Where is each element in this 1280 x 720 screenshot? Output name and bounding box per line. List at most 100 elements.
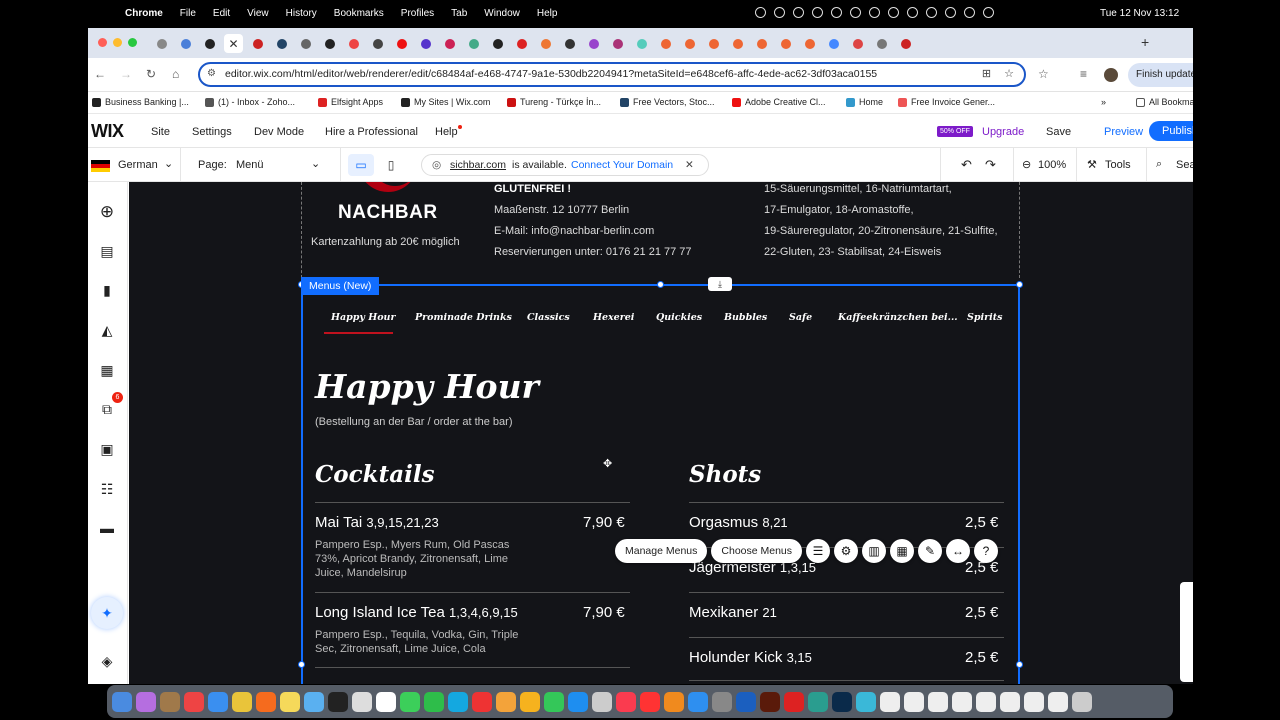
extensions-icon[interactable]: ☆ — [1038, 67, 1049, 81]
calendar-icon[interactable] — [376, 691, 396, 712]
bookmark-item[interactable]: Tureng - Türkçe İn... — [507, 97, 601, 107]
app-icon[interactable] — [472, 691, 492, 712]
facetime-icon[interactable] — [424, 691, 444, 712]
ai-assistant-icon[interactable]: ✦ — [91, 597, 123, 629]
tab[interactable] — [488, 34, 507, 53]
tab[interactable] — [728, 34, 747, 53]
keynote-icon[interactable] — [568, 691, 588, 712]
window-thumbnail[interactable] — [1048, 691, 1068, 712]
menu-history[interactable]: History — [286, 8, 317, 19]
menubar-clock[interactable]: Tue 12 Nov 13:12 — [1100, 8, 1179, 19]
translate-icon[interactable]: ⊞ — [982, 67, 991, 80]
brand-logo[interactable]: NACHBAR — [338, 202, 438, 224]
search-button[interactable]: Search — [1176, 159, 1193, 171]
preview-icon[interactable] — [304, 691, 324, 712]
menu-edit[interactable]: Edit — [213, 8, 230, 19]
window-thumbnail[interactable] — [1024, 691, 1044, 712]
contact-block[interactable]: GLUTENFREI ! Maaßenstr. 12 10777 Berlin … — [494, 182, 692, 263]
resize-handle[interactable] — [657, 281, 664, 288]
search-icon[interactable] — [945, 7, 956, 18]
tab[interactable] — [536, 34, 555, 53]
apps-icon[interactable]: ▦ — [97, 360, 117, 380]
bluetooth-icon[interactable] — [850, 7, 861, 18]
avatar[interactable] — [1104, 68, 1118, 82]
reload-icon[interactable]: ↻ — [146, 67, 156, 81]
right-panel-edge[interactable] — [1180, 582, 1193, 682]
cloud-icon[interactable] — [793, 7, 804, 18]
business-icon[interactable]: ▬ — [97, 518, 117, 538]
menu-profiles[interactable]: Profiles — [401, 8, 434, 19]
new-tab-icon[interactable]: + — [1141, 34, 1149, 50]
tab[interactable] — [464, 34, 483, 53]
pages-icon[interactable]: ▮ — [97, 280, 117, 300]
finder-icon[interactable] — [112, 691, 132, 712]
word-icon[interactable] — [736, 691, 756, 712]
tab[interactable] — [560, 34, 579, 53]
app-icon[interactable] — [808, 691, 828, 712]
tab[interactable] — [584, 34, 603, 53]
bookmark-item[interactable]: Free Vectors, Stoc... — [620, 97, 715, 107]
wifi-icon[interactable] — [926, 7, 937, 18]
trash-icon[interactable] — [1072, 691, 1092, 712]
nav-help[interactable]: Help — [435, 126, 458, 138]
undo-icon[interactable]: ↶ — [961, 157, 972, 173]
media-icon[interactable]: ≡ — [1080, 67, 1087, 81]
mobile-view-icon[interactable]: ▯ — [378, 154, 404, 176]
news-icon[interactable] — [640, 691, 660, 712]
bookmark-item[interactable]: Free Invoice Gener... — [898, 97, 995, 107]
additives-block[interactable]: 15-Säuerungsmittel, 16-Natriumtartart, 1… — [764, 182, 998, 263]
all-bookmarks[interactable]: All Bookmarks — [1136, 97, 1193, 107]
firefox-icon[interactable] — [256, 691, 276, 712]
bookmark-item[interactable]: (1) - Inbox - Zoho... — [205, 97, 295, 107]
app-icon[interactable] — [160, 691, 180, 712]
stretch-arrows-icon[interactable]: ↔ — [946, 539, 971, 563]
tab[interactable] — [824, 34, 843, 53]
nav-site[interactable]: Site — [151, 126, 170, 138]
control-center-icon[interactable] — [964, 7, 975, 18]
photoshop-icon[interactable] — [832, 691, 852, 712]
settings-gear-icon[interactable]: ⚙ — [834, 539, 859, 563]
app-name-menu[interactable]: Chrome — [125, 8, 163, 19]
app-icon[interactable] — [352, 691, 372, 712]
siri-icon[interactable] — [136, 691, 156, 712]
zoom-icon[interactable]: ⊖ — [1022, 158, 1031, 171]
menu-window[interactable]: Window — [484, 8, 520, 19]
wix-logo[interactable]: WIX — [91, 121, 124, 142]
window-thumbnail[interactable] — [952, 691, 972, 712]
tab[interactable] — [896, 34, 915, 53]
nav-dev-mode[interactable]: Dev Mode — [254, 126, 304, 138]
books-icon[interactable] — [664, 691, 684, 712]
tools-icon[interactable]: ⚒ — [1087, 158, 1097, 171]
manage-menus-button[interactable]: Manage Menus — [615, 539, 708, 563]
nav-hire-professional[interactable]: Hire a Professional — [325, 126, 418, 138]
finish-update-button[interactable]: Finish update — [1128, 63, 1193, 87]
redo-icon[interactable]: ↷ — [985, 157, 996, 173]
window-thumbnail[interactable] — [976, 691, 996, 712]
tab[interactable] — [296, 34, 315, 53]
tab[interactable] — [200, 34, 219, 53]
cms-icon[interactable]: ☷ — [97, 479, 117, 499]
tab[interactable] — [320, 34, 339, 53]
stretch-icon[interactable]: ⤓ — [708, 277, 732, 291]
safari-icon[interactable] — [208, 691, 228, 712]
resize-handle[interactable] — [1016, 661, 1023, 668]
tab[interactable] — [680, 34, 699, 53]
close-icon[interactable]: ✕ — [685, 159, 694, 171]
language-select[interactable]: German — [118, 159, 158, 171]
timemachine-icon[interactable] — [869, 7, 880, 18]
app-icon[interactable] — [592, 691, 612, 712]
design-icon[interactable]: ◭ — [97, 320, 117, 340]
save-button[interactable]: Save — [1046, 126, 1071, 138]
minimize-window-icon[interactable] — [113, 38, 122, 47]
resize-handle[interactable] — [298, 661, 305, 668]
pages-icon[interactable] — [520, 691, 540, 712]
resize-handle[interactable] — [1016, 281, 1023, 288]
app-store-icon[interactable] — [688, 691, 708, 712]
siri-icon[interactable] — [983, 7, 994, 18]
bookmark-item[interactable]: Elfsight Apps — [318, 97, 383, 107]
window-thumbnail[interactable] — [904, 691, 924, 712]
upgrade-button[interactable]: Upgrade — [982, 126, 1024, 138]
home-icon[interactable]: ⌂ — [172, 67, 179, 81]
tab[interactable] — [656, 34, 675, 53]
music-icon[interactable] — [616, 691, 636, 712]
